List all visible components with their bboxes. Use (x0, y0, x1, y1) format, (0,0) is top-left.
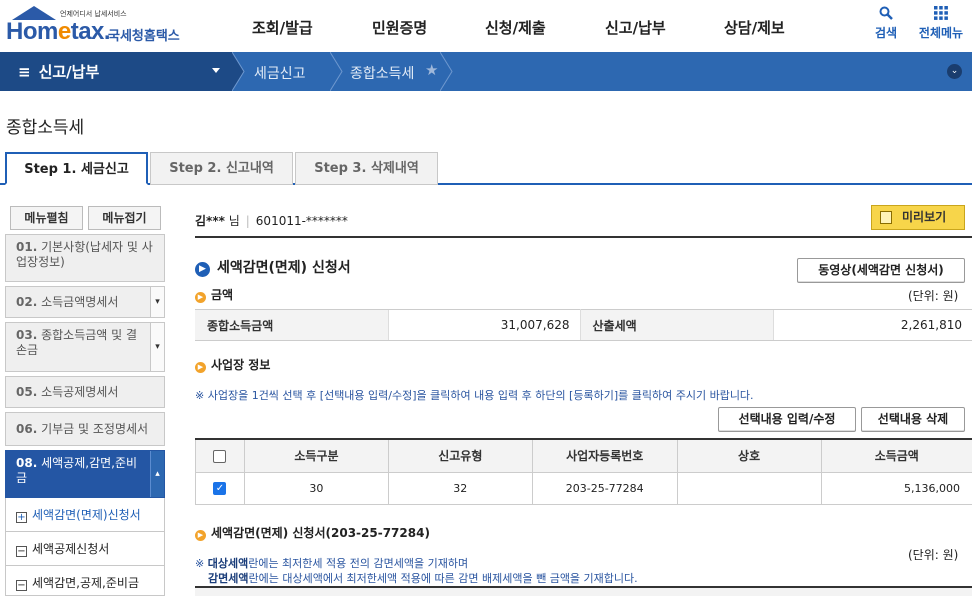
search-icon (861, 6, 911, 24)
expand-plus-icon: + (16, 512, 27, 523)
nav-certificates[interactable]: 민원증명 (372, 17, 427, 38)
nav-report-payment[interactable]: 신고/납부 (605, 17, 666, 38)
logo-korean: 국세청홈택스 (108, 25, 180, 44)
favorite-star-icon[interactable]: ★ (425, 61, 438, 79)
nav-consult[interactable]: 상담/제보 (724, 17, 785, 38)
reduction-table-header (195, 586, 972, 596)
top-header: 언제어디서 납세서비스 Hometax. 국세청홈택스 조회/발급 민원증명 신… (0, 0, 972, 52)
left-menu-item-tax-credit[interactable]: 08. 세액공제,감면,준비금 ▴ (5, 450, 165, 498)
logo-wordmark: Hometax. (6, 18, 110, 46)
col-company-name: 상호 (677, 439, 821, 472)
collapse-minus-icon: − (16, 580, 27, 591)
reduction-title: ▶세액감면(면제) 신청서(203-25-77284) (195, 524, 430, 541)
chevron-down-icon (212, 68, 220, 73)
col-report-type: 신고유형 (388, 439, 532, 472)
business-note: ※ 사업장을 1건씩 선택 후 [선택내용 입력/수정]을 클릭하여 내용 입력… (195, 387, 754, 403)
breadcrumb-separator-icon (232, 52, 246, 91)
preview-button[interactable]: 미리보기 (871, 205, 965, 230)
table-row[interactable]: ✓ 30 32 203-25-77284 5,136,000 (196, 472, 972, 504)
calc-tax-label: 산출세액 (580, 310, 773, 341)
menu-expand-button[interactable]: 메뉴펼침 (10, 206, 83, 230)
cell-income-type: 30 (244, 472, 388, 504)
left-submenu-reduction-application[interactable]: +세액감면(면제)신청서 (5, 498, 165, 532)
arrow-right-icon: ▶ (195, 362, 206, 373)
left-menu-item-income-statement[interactable]: 02. 소득금액명세서 ▾ (5, 286, 165, 318)
business-table: 소득구분 신고유형 사업자등록번호 상호 소득금액 ✓ 30 32 203-25… (195, 438, 972, 505)
calc-tax-value: 2,261,810 (773, 310, 972, 341)
nav-application[interactable]: 신청/제출 (485, 17, 546, 38)
left-submenu-credit-application[interactable]: −세액공제신청서 (5, 532, 165, 566)
select-all-checkbox[interactable] (213, 450, 226, 463)
total-income-label: 종합소득금액 (195, 310, 388, 341)
breadcrumb-separator-icon (440, 52, 454, 91)
tab-step1-tax-report[interactable]: Step 1. 세금신고 (5, 152, 148, 185)
select-all-cell (196, 439, 245, 472)
user-info: 김*** 님|601011-******* (195, 212, 348, 229)
table-header-row: 소득구분 신고유형 사업자등록번호 상호 소득금액 (196, 439, 972, 472)
edit-selected-button[interactable]: 선택내용 입력/수정 (718, 407, 856, 432)
amount-unit: (단위: 원) (908, 287, 958, 304)
col-income-type: 소득구분 (244, 439, 388, 472)
chevron-down-icon: ▾ (150, 287, 164, 317)
delete-selected-button[interactable]: 선택내용 삭제 (861, 407, 965, 432)
menu-collapse-button[interactable]: 메뉴접기 (88, 206, 161, 230)
business-title: ▶사업장 정보 (195, 356, 270, 373)
hometax-logo[interactable]: 언제어디서 납세서비스 Hometax. 국세청홈택스 (6, 4, 186, 48)
left-submenu-reduction-credit-reserve[interactable]: −세액감면,공제,준비금 (5, 566, 165, 596)
cell-report-type: 32 (388, 472, 532, 504)
arrow-right-icon: ▶ (195, 262, 210, 277)
breadcrumb-item-tax-report[interactable]: 세금신고 (254, 63, 306, 83)
breadcrumb-separator-icon (330, 52, 344, 91)
breadcrumb-menu-dropdown[interactable]: ≡신고/납부 (0, 52, 232, 91)
arrow-right-icon: ▶ (195, 530, 206, 541)
breadcrumb-menu: ≡신고/납부 (18, 61, 99, 82)
cell-reg-no: 203-25-77284 (532, 472, 677, 504)
total-income-value: 31,007,628 (388, 310, 580, 341)
breadcrumb: ≡신고/납부 세금신고 종합소득세 ★ ⌄ (0, 52, 972, 91)
col-reg-no: 사업자등록번호 (532, 439, 677, 472)
chevron-down-icon: ▾ (150, 323, 164, 371)
cell-company-name (677, 472, 821, 504)
reduction-unit: (단위: 원) (908, 546, 958, 563)
all-menu-button[interactable]: 전체메뉴 (916, 6, 966, 41)
collapse-minus-icon: − (16, 546, 27, 557)
grid-icon (916, 6, 966, 24)
row-checkbox[interactable]: ✓ (213, 482, 226, 495)
section-title: ▶세액감면(면제) 신청서 (195, 257, 351, 277)
left-menu-item-donation[interactable]: 06. 기부금 및 조정명세서 (5, 412, 165, 446)
divider (195, 236, 972, 238)
cell-income-amount: 5,136,000 (821, 472, 972, 504)
user-id: 601011-******* (256, 214, 348, 228)
search-button[interactable]: 검색 (861, 6, 911, 41)
amount-table: 종합소득금액 31,007,628 산출세액 2,261,810 (195, 309, 972, 341)
user-name: 김*** (195, 214, 225, 228)
left-menu-item-total-income[interactable]: 03. 종합소득금액 및 결손금 ▾ (5, 322, 165, 372)
reduction-note-1: ※ 대상세액란에는 최저한세 적용 전의 감면세액을 기재하며 (195, 555, 468, 571)
video-guide-button[interactable]: 동영상(세액감면 신청서) (797, 258, 965, 283)
col-income-amount: 소득금액 (821, 439, 972, 472)
all-menu-label: 전체메뉴 (919, 26, 963, 40)
breadcrumb-item-income-tax[interactable]: 종합소득세 (350, 63, 414, 83)
chevron-up-icon: ▴ (150, 451, 164, 497)
hamburger-icon: ≡ (18, 63, 31, 81)
row-select-cell: ✓ (196, 472, 245, 504)
nav-inquiry[interactable]: 조회/발급 (252, 17, 313, 38)
document-icon (880, 211, 892, 224)
arrow-right-icon: ▶ (195, 292, 206, 303)
tab-step2-history[interactable]: Step 2. 신고내역 (150, 152, 293, 185)
tab-step3-deleted[interactable]: Step 3. 삭제내역 (295, 152, 438, 185)
reduction-note-2: 감면세액란에는 대상세액에서 최저한세액 적용에 따른 감면 배제세액을 뺀 금… (208, 570, 638, 586)
expand-chevron-icon[interactable]: ⌄ (947, 64, 962, 79)
left-menu-item-income-deduction[interactable]: 05. 소득공제명세서 (5, 376, 165, 408)
search-label: 검색 (875, 26, 897, 40)
amount-title: ▶금액 (195, 286, 233, 303)
left-menu-item-basic-info[interactable]: 01. 기본사항(납세자 및 사업장정보) (5, 234, 165, 282)
page-title: 종합소득세 (6, 113, 84, 138)
